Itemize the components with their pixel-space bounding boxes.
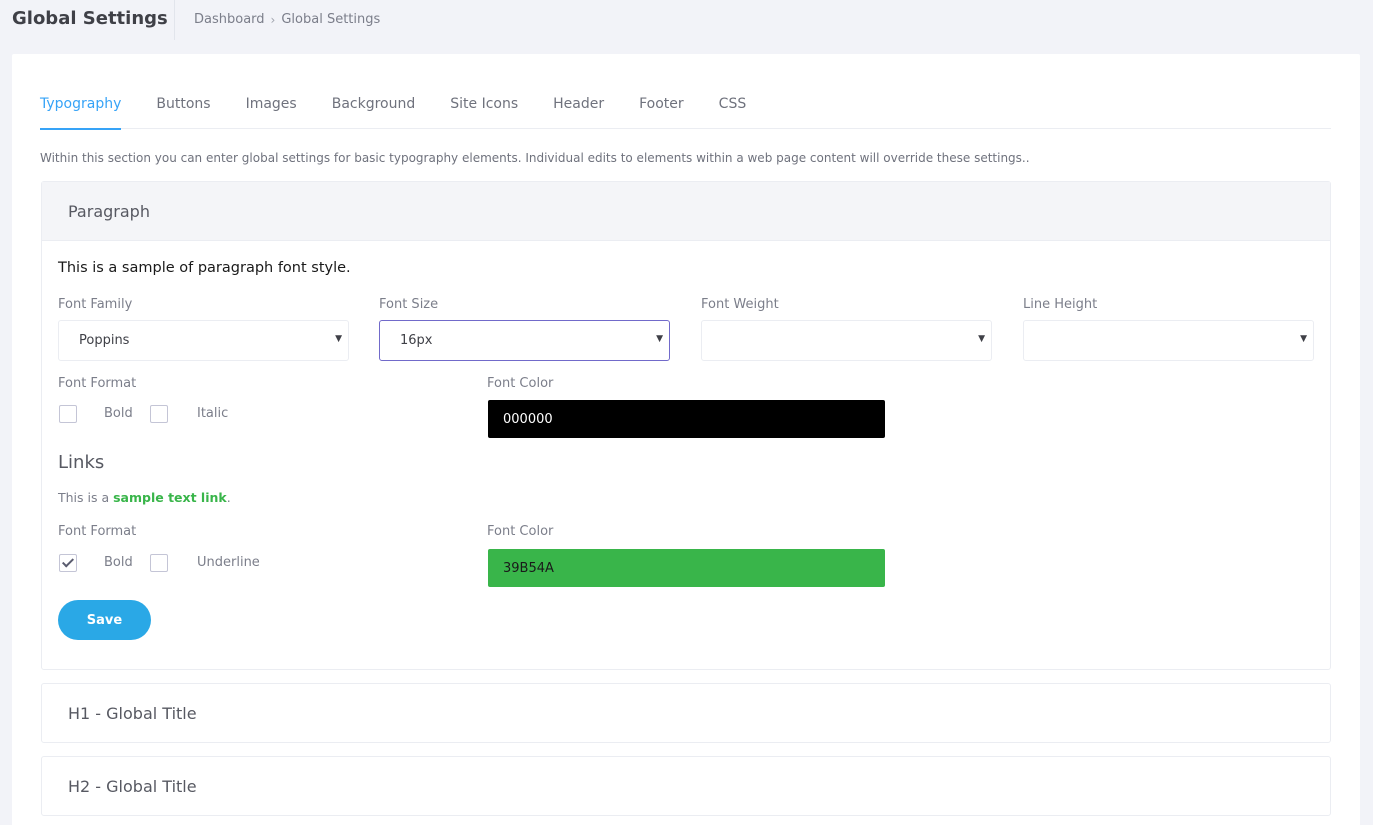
links-font-format-label: Font Format — [58, 524, 137, 539]
caret-down-icon: ▼ — [1300, 334, 1307, 344]
h1-panel-title: H1 - Global Title — [68, 704, 197, 723]
h1-panel[interactable]: H1 - Global Title — [41, 683, 1331, 743]
paragraph-font-color-value: 000000 — [503, 411, 553, 427]
h2-panel-header[interactable]: H2 - Global Title — [42, 757, 1330, 816]
tab-footer[interactable]: Footer — [639, 96, 719, 129]
breadcrumb: Dashboard › Global Settings — [194, 12, 380, 27]
breadcrumb-dashboard[interactable]: Dashboard — [194, 12, 265, 27]
paragraph-sample-text: This is a sample of paragraph font style… — [58, 260, 351, 276]
breadcrumb-global-settings: Global Settings — [281, 12, 381, 27]
font-weight-select[interactable]: ▼ — [701, 320, 992, 361]
h2-panel[interactable]: H2 - Global Title — [41, 756, 1331, 816]
header-divider — [174, 0, 175, 40]
sample-link[interactable]: sample text link — [113, 490, 227, 505]
h2-panel-title: H2 - Global Title — [68, 777, 197, 796]
line-height-label: Line Height — [1023, 297, 1098, 312]
links-title: Links — [58, 452, 105, 473]
page-title: Global Settings — [12, 8, 168, 29]
paragraph-font-color-input[interactable]: 000000 — [488, 400, 885, 438]
font-size-select[interactable]: 16px ▼ — [379, 320, 670, 361]
h1-panel-header[interactable]: H1 - Global Title — [42, 684, 1330, 743]
tab-background[interactable]: Background — [332, 96, 451, 129]
links-font-color-input[interactable]: 39B54A — [488, 549, 885, 587]
links-sample-suffix: . — [226, 490, 231, 505]
links-bold-checkbox[interactable] — [59, 554, 77, 572]
tab-site-icons[interactable]: Site Icons — [450, 96, 553, 129]
tab-images[interactable]: Images — [246, 96, 332, 129]
tab-header[interactable]: Header — [553, 96, 639, 129]
paragraph-panel: Paragraph This is a sample of paragraph … — [41, 181, 1331, 670]
paragraph-panel-header[interactable]: Paragraph — [42, 182, 1330, 241]
settings-card: Typography Buttons Images Background Sit… — [12, 54, 1360, 825]
font-weight-label: Font Weight — [701, 297, 779, 312]
font-family-select[interactable]: Poppins ▼ — [58, 320, 349, 361]
intro-text: Within this section you can enter global… — [40, 151, 1030, 165]
links-font-color-value: 39B54A — [503, 560, 554, 576]
caret-down-icon: ▼ — [335, 334, 342, 344]
font-size-value: 16px — [400, 333, 433, 348]
font-size-label: Font Size — [379, 297, 439, 312]
paragraph-bold-label: Bold — [104, 406, 133, 421]
links-sample-text: This is a sample text link. — [58, 490, 231, 505]
paragraph-italic-label: Italic — [197, 406, 229, 421]
links-bold-label: Bold — [104, 555, 133, 570]
paragraph-font-format-label: Font Format — [58, 376, 137, 391]
links-font-color-label: Font Color — [487, 524, 554, 539]
links-sample-prefix: This is a — [58, 490, 114, 505]
font-family-label: Font Family — [58, 297, 133, 312]
paragraph-panel-title: Paragraph — [68, 201, 150, 221]
tab-css[interactable]: CSS — [719, 96, 782, 129]
save-button[interactable]: Save — [58, 600, 151, 640]
chevron-right-icon: › — [270, 12, 276, 27]
tab-buttons[interactable]: Buttons — [156, 96, 245, 129]
caret-down-icon: ▼ — [656, 334, 663, 344]
paragraph-bold-checkbox[interactable] — [59, 405, 77, 423]
links-underline-checkbox[interactable] — [150, 554, 168, 572]
tab-bar: Typography Buttons Images Background Sit… — [40, 96, 1331, 130]
paragraph-font-color-label: Font Color — [487, 376, 554, 391]
top-bar: Global Settings Dashboard › Global Setti… — [0, 0, 1373, 40]
caret-down-icon: ▼ — [978, 334, 985, 344]
tab-typography[interactable]: Typography — [40, 96, 156, 130]
font-family-value: Poppins — [79, 333, 130, 348]
line-height-select[interactable]: ▼ — [1023, 320, 1314, 361]
checkmark-icon — [61, 555, 75, 568]
paragraph-italic-checkbox[interactable] — [150, 405, 168, 423]
links-underline-label: Underline — [197, 555, 260, 570]
